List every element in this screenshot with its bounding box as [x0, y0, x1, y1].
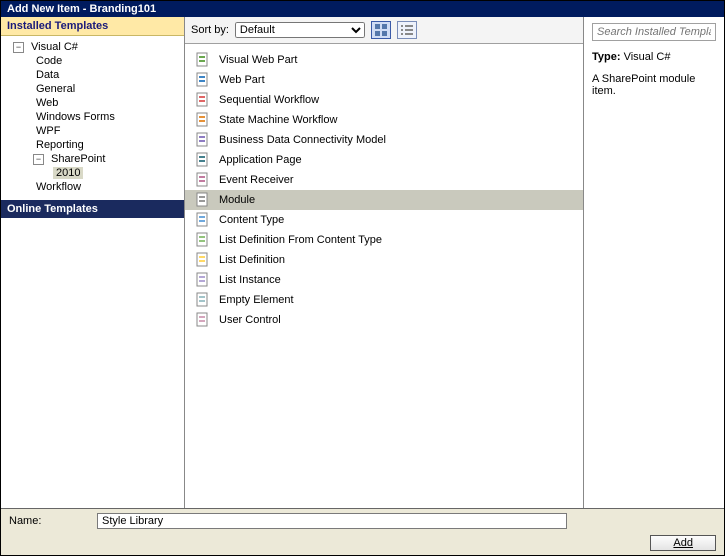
tree-toggle-icon[interactable]: − — [13, 42, 24, 53]
tree-node-code[interactable]: Code — [5, 54, 180, 68]
template-item-list-instance[interactable]: List Instance — [185, 270, 583, 290]
sidebar: Installed Templates −Visual C#CodeDataGe… — [1, 17, 185, 508]
type-value: Visual C# — [624, 51, 671, 63]
tree-node-label: General — [33, 83, 78, 95]
template-icon — [195, 252, 211, 268]
template-item-empty-element[interactable]: Empty Element — [185, 290, 583, 310]
template-label: List Definition — [219, 254, 285, 266]
tree-node-label: Reporting — [33, 139, 87, 151]
online-templates-header[interactable]: Online Templates — [1, 200, 184, 218]
template-label: Visual Web Part — [219, 54, 297, 66]
type-label: Type: — [592, 51, 621, 63]
sort-by-label: Sort by: — [191, 24, 229, 36]
template-icon — [195, 292, 211, 308]
tree-node-label: Code — [33, 55, 65, 67]
template-label: Content Type — [219, 214, 284, 226]
template-icon — [195, 152, 211, 168]
view-small-icons-button[interactable] — [397, 21, 417, 39]
tree-node-visual-c-[interactable]: −Visual C# — [5, 40, 180, 54]
template-item-web-part[interactable]: Web Part — [185, 70, 583, 90]
details-panel: Type: Visual C# A SharePoint module item… — [584, 17, 724, 508]
search-input[interactable] — [592, 23, 716, 41]
template-item-list-definition[interactable]: List Definition — [185, 250, 583, 270]
titlebar: Add New Item - Branding101 — [1, 1, 724, 17]
type-line: Type: Visual C# — [592, 51, 716, 63]
grid-icon — [375, 24, 387, 36]
template-label: Business Data Connectivity Model — [219, 134, 386, 146]
add-button-label: Add — [673, 537, 693, 549]
template-icon — [195, 92, 211, 108]
tree-node-label: 2010 — [53, 167, 83, 179]
template-item-module[interactable]: Module — [185, 190, 583, 210]
tree-node-label: Web — [33, 97, 61, 109]
add-button[interactable]: Add — [650, 535, 716, 551]
name-input[interactable] — [97, 513, 567, 529]
main-panel: Sort by: Default Visual Web Part Web Part… — [185, 17, 584, 508]
template-icon — [195, 52, 211, 68]
tree-node-2010[interactable]: 2010 — [5, 166, 180, 180]
tree-node-windows-forms[interactable]: Windows Forms — [5, 110, 180, 124]
template-label: Module — [219, 194, 255, 206]
window-title: Add New Item - Branding101 — [7, 3, 156, 15]
tree-node-data[interactable]: Data — [5, 68, 180, 82]
template-item-list-definition-from-content-type[interactable]: List Definition From Content Type — [185, 230, 583, 250]
template-icon — [195, 172, 211, 188]
template-icon — [195, 212, 211, 228]
template-icon — [195, 232, 211, 248]
template-item-content-type[interactable]: Content Type — [185, 210, 583, 230]
tree-node-general[interactable]: General — [5, 82, 180, 96]
template-item-event-receiver[interactable]: Event Receiver — [185, 170, 583, 190]
template-label: Event Receiver — [219, 174, 294, 186]
template-description: A SharePoint module item. — [592, 73, 716, 97]
tree-node-label: SharePoint — [48, 153, 108, 165]
sort-by-select[interactable]: Default — [235, 22, 365, 38]
template-category-tree: −Visual C#CodeDataGeneralWebWindows Form… — [1, 36, 184, 200]
tree-node-reporting[interactable]: Reporting — [5, 138, 180, 152]
template-icon — [195, 272, 211, 288]
template-item-business-data-connectivity-model[interactable]: Business Data Connectivity Model — [185, 130, 583, 150]
tree-node-workflow[interactable]: Workflow — [5, 180, 180, 194]
template-icon — [195, 112, 211, 128]
template-icon — [195, 72, 211, 88]
tree-node-label: Workflow — [33, 181, 84, 193]
dialog-body: Installed Templates −Visual C#CodeDataGe… — [1, 17, 724, 508]
template-label: List Instance — [219, 274, 281, 286]
template-label: Sequential Workflow — [219, 94, 319, 106]
tree-node-wpf[interactable]: WPF — [5, 124, 180, 138]
tree-node-web[interactable]: Web — [5, 96, 180, 110]
template-label: List Definition From Content Type — [219, 234, 382, 246]
template-item-sequential-workflow[interactable]: Sequential Workflow — [185, 90, 583, 110]
template-icon — [195, 132, 211, 148]
button-row: Add — [9, 535, 716, 551]
tree-node-sharepoint[interactable]: −SharePoint — [5, 152, 180, 166]
template-item-application-page[interactable]: Application Page — [185, 150, 583, 170]
tree-node-label: Data — [33, 69, 62, 81]
template-label: Web Part — [219, 74, 265, 86]
footer: Name: Add — [1, 508, 724, 555]
template-icon — [195, 312, 211, 328]
tree-toggle-icon[interactable]: − — [33, 154, 44, 165]
tree-node-label: Windows Forms — [33, 111, 118, 123]
list-icon — [401, 24, 413, 36]
tree-node-label: WPF — [33, 125, 63, 137]
template-list[interactable]: Visual Web Part Web Part Sequential Workfl… — [185, 44, 583, 508]
template-item-state-machine-workflow[interactable]: State Machine Workflow — [185, 110, 583, 130]
template-label: User Control — [219, 314, 281, 326]
template-label: State Machine Workflow — [219, 114, 337, 126]
template-item-visual-web-part[interactable]: Visual Web Part — [185, 50, 583, 70]
template-label: Application Page — [219, 154, 302, 166]
name-row: Name: — [9, 513, 716, 529]
add-new-item-dialog: Add New Item - Branding101 Installed Tem… — [0, 0, 725, 556]
template-label: Empty Element — [219, 294, 294, 306]
tree-node-label: Visual C# — [28, 41, 81, 53]
name-label: Name: — [9, 515, 89, 527]
toolbar: Sort by: Default — [185, 17, 583, 44]
installed-templates-header[interactable]: Installed Templates — [1, 17, 184, 36]
template-item-user-control[interactable]: User Control — [185, 310, 583, 330]
template-icon — [195, 192, 211, 208]
view-medium-icons-button[interactable] — [371, 21, 391, 39]
